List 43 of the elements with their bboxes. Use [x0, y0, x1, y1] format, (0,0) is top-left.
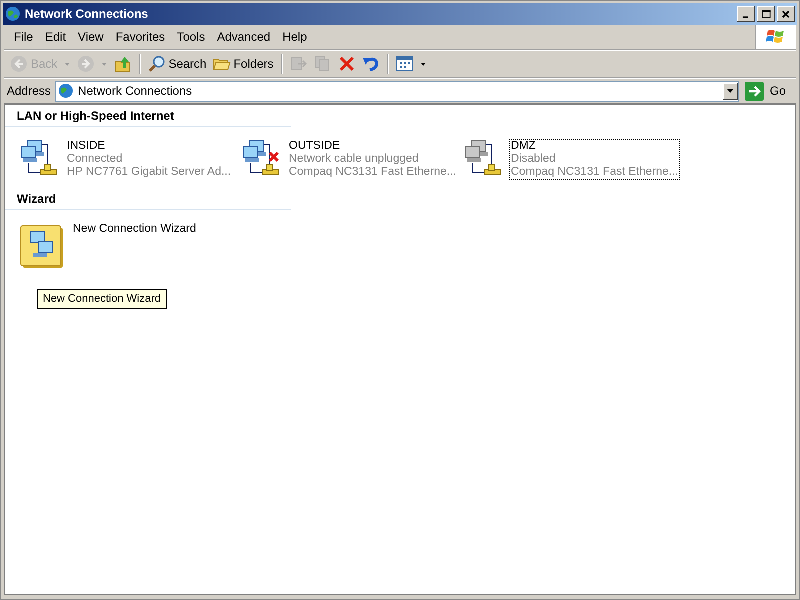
folder-up-icon: [114, 55, 132, 73]
caret-icon: [726, 89, 734, 93]
network-globe-icon: [58, 83, 74, 99]
copy-document-icon: [314, 55, 332, 73]
views-icon: [396, 55, 414, 73]
menu-item[interactable]: Help: [276, 30, 314, 44]
delete-icon: [338, 55, 356, 73]
undo-icon: [362, 55, 380, 73]
address-field[interactable]: Network Connections: [55, 80, 739, 102]
wizard-book-icon[interactable]: [19, 224, 65, 270]
connection-name[interactable]: INSIDE: [67, 140, 106, 153]
connection-name[interactable]: OUTSIDE: [289, 140, 340, 153]
group-heading: Wizard: [5, 190, 291, 210]
menu-item[interactable]: Favorites: [110, 30, 172, 44]
menu-item[interactable]: Edit: [39, 30, 72, 44]
adapter-name: Compaq NC3131 Fast Etherne...: [289, 166, 456, 179]
adapter-name: HP NC7761 Gigabit Server Ad...: [67, 166, 232, 179]
search-icon: [148, 55, 166, 73]
caret-icon: [102, 62, 107, 66]
caret-icon: [420, 62, 426, 66]
menu-item[interactable]: View: [72, 30, 110, 44]
menu-item[interactable]: File: [8, 30, 40, 44]
menu-item[interactable]: Advanced: [211, 30, 277, 44]
folders-button[interactable]: Folders: [210, 53, 277, 75]
maximize-icon[interactable]: [759, 8, 773, 20]
go-button[interactable]: Go: [742, 82, 796, 100]
network-globe-icon: [5, 6, 21, 22]
group-heading: LAN or High-Speed Internet: [5, 107, 291, 127]
tooltip: New Connection Wizard: [37, 289, 167, 309]
network-computers-icon[interactable]: [19, 139, 59, 177]
connection-status: Network cable unplugged: [289, 153, 419, 166]
move-document-icon: [290, 55, 308, 73]
wizard-name[interactable]: New Connection Wizard: [73, 223, 196, 236]
address-label: Address: [7, 84, 52, 98]
window-title: Network Connections: [25, 7, 150, 21]
dropdown-button[interactable]: [722, 82, 738, 100]
search-button[interactable]: Search: [144, 53, 210, 75]
connection-status: Disabled: [511, 153, 556, 166]
connection-status: Connected: [67, 153, 123, 166]
network-computers-error-icon[interactable]: [241, 139, 281, 177]
caret-icon: [64, 62, 70, 66]
adapter-name: Compaq NC3131 Fast Etherne...: [511, 166, 678, 179]
menu-item[interactable]: Tools: [171, 30, 212, 44]
